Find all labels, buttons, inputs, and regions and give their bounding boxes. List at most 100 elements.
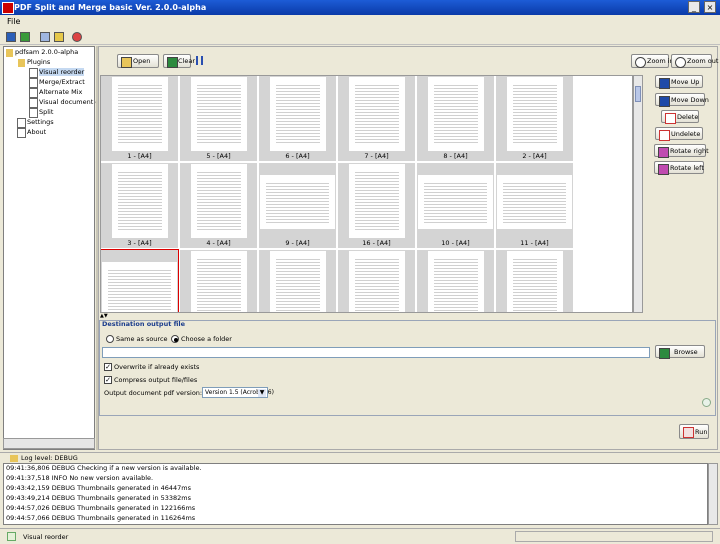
undelete-icon <box>659 130 670 141</box>
load-icon[interactable] <box>20 32 30 42</box>
same-as-source-label: Same as source <box>116 335 168 343</box>
chevron-down-icon: ▼ <box>258 389 266 397</box>
log-line: 09:44:57,066 DEBUG Thumbnails generated … <box>6 514 196 522</box>
page-thumbnail[interactable] <box>101 249 179 312</box>
run-button[interactable]: Run <box>679 424 709 439</box>
compress-checkbox[interactable]: ✓ <box>104 376 112 384</box>
document-icon <box>29 108 38 118</box>
page-thumbnail[interactable] <box>338 250 415 312</box>
page-thumbnail[interactable]: 4 - [A4] <box>180 163 257 248</box>
rotate-right-icon <box>658 147 669 158</box>
clear-button[interactable]: Clear <box>163 54 195 68</box>
tree-item-visual-reorder[interactable]: Visual reorder <box>39 68 85 76</box>
same-as-source-radio[interactable] <box>106 335 114 343</box>
log-level-label[interactable]: Log level: DEBUG <box>21 454 78 462</box>
move-up-button[interactable]: Move Up <box>655 75 703 89</box>
zoom-in-button[interactable]: Zoom in <box>631 54 674 68</box>
pdf-version-select[interactable]: Version 1.5 (Acrobat 6) ▼ <box>202 387 274 398</box>
collapse-arrows-icon[interactable]: ▲▼ <box>100 314 110 319</box>
clipboard-icon[interactable] <box>40 32 50 42</box>
folder-icon <box>6 49 13 57</box>
browse-button[interactable]: Browse <box>655 345 705 359</box>
edit-icon[interactable] <box>54 32 64 42</box>
document-icon <box>17 128 26 138</box>
open-button[interactable]: Open <box>117 54 159 68</box>
plugin-icon <box>7 532 16 541</box>
document-icon <box>29 78 38 88</box>
page-thumbnail[interactable] <box>180 250 257 312</box>
page-thumbnail[interactable]: 16 - [A4] <box>338 163 415 248</box>
zoom-in-icon <box>635 57 646 68</box>
overwrite-checkbox[interactable]: ✓ <box>104 363 112 371</box>
close-button[interactable]: × <box>704 1 716 13</box>
save-icon[interactable] <box>6 32 16 42</box>
move-down-button[interactable]: Move Down <box>655 93 709 107</box>
log-icon <box>10 455 18 462</box>
document-icon <box>17 118 26 128</box>
tree-item-visual-document-composer[interactable]: Visual document co <box>39 98 103 106</box>
log-line: 09:44:57,026 DEBUG Thumbnails generated … <box>6 504 196 512</box>
page-thumbnail[interactable]: 5 - [A4] <box>180 76 257 161</box>
rotate-left-icon <box>658 164 669 175</box>
tree-horizontal-scrollbar[interactable] <box>3 438 95 449</box>
page-thumbnail[interactable]: 7 - [A4] <box>338 76 415 161</box>
document-icon <box>29 88 38 98</box>
undelete-button[interactable]: Undelete <box>655 127 703 141</box>
minimize-button[interactable]: _ <box>688 1 700 13</box>
window-title: PDF Split and Merge basic Ver. 2.0.0-alp… <box>14 3 207 12</box>
delete-icon <box>665 113 676 124</box>
log-panel: 09:41:36,806 DEBUG Checking if a new ver… <box>3 463 708 525</box>
page-thumbnail[interactable]: 9 - [A4] <box>259 163 336 248</box>
page-thumbnail[interactable]: 11 - [A4] <box>496 163 573 248</box>
scroll-thumb[interactable] <box>635 86 641 102</box>
title-bar: PDF Split and Merge basic Ver. 2.0.0-alp… <box>0 0 720 15</box>
tree-plugins[interactable]: Plugins <box>27 58 50 66</box>
thumbnail-grid: 1 - [A4] 5 - [A4] 6 - [A4] 7 - [A4] 8 - … <box>100 75 633 313</box>
zoom-out-button[interactable]: Zoom out <box>671 54 718 68</box>
exit-icon[interactable] <box>72 32 82 42</box>
choose-folder-label: Choose a folder <box>181 335 232 343</box>
tree-item-split[interactable]: Split <box>39 108 53 116</box>
log-line: 09:41:37,518 INFO No new version availab… <box>6 474 154 482</box>
page-thumbnail[interactable]: 6 - [A4] <box>259 76 336 161</box>
destination-legend: Destination output file <box>102 320 186 328</box>
log-scrollbar[interactable] <box>708 463 718 525</box>
tree-about[interactable]: About <box>27 128 46 136</box>
pause-icon[interactable] <box>196 56 203 65</box>
overwrite-label: Overwrite if already exists <box>114 363 200 371</box>
choose-folder-radio[interactable] <box>171 335 179 343</box>
log-line: 09:41:36,806 DEBUG Checking if a new ver… <box>6 464 202 472</box>
app-toolbar <box>0 29 720 45</box>
page-thumbnail[interactable]: 10 - [A4] <box>417 163 494 248</box>
page-thumbnail[interactable]: 8 - [A4] <box>417 76 494 161</box>
zoom-out-icon <box>675 57 686 68</box>
thumbnail-scrollbar[interactable] <box>633 75 643 313</box>
tree-settings[interactable]: Settings <box>27 118 54 126</box>
menu-file[interactable]: File <box>7 17 20 26</box>
app-icon <box>2 2 14 14</box>
page-thumbnail[interactable]: 3 - [A4] <box>101 163 178 248</box>
info-icon[interactable] <box>702 398 711 407</box>
log-line: 09:43:42,159 DEBUG Thumbnails generated … <box>6 484 192 492</box>
menu-bar: File <box>0 15 720 29</box>
browse-icon <box>659 348 670 359</box>
tree-item-merge-extract[interactable]: Merge/Extract <box>39 78 85 86</box>
progress-bar <box>515 531 713 542</box>
page-thumbnail[interactable]: 2 - [A4] <box>496 76 573 161</box>
tree-item-alternate-mix[interactable]: Alternate Mix <box>39 88 82 96</box>
page-thumbnail[interactable] <box>259 250 336 312</box>
destination-path-input[interactable] <box>102 347 650 358</box>
page-thumbnail[interactable] <box>417 250 494 312</box>
page-thumbnail[interactable]: 1 - [A4] <box>101 76 178 161</box>
document-icon <box>29 98 38 108</box>
rotate-left-button[interactable]: Rotate left <box>654 161 704 175</box>
folder-open-icon <box>18 59 25 67</box>
delete-button[interactable]: Delete <box>661 110 699 124</box>
tree-root[interactable]: pdfsam 2.0.0-alpha <box>15 48 78 56</box>
pdf-version-label: Output document pdf version: <box>104 389 203 397</box>
run-icon <box>683 427 694 438</box>
clear-icon <box>167 57 178 68</box>
arrow-up-icon <box>659 78 670 89</box>
page-thumbnail[interactable] <box>496 250 573 312</box>
rotate-right-button[interactable]: Rotate right <box>654 144 709 158</box>
